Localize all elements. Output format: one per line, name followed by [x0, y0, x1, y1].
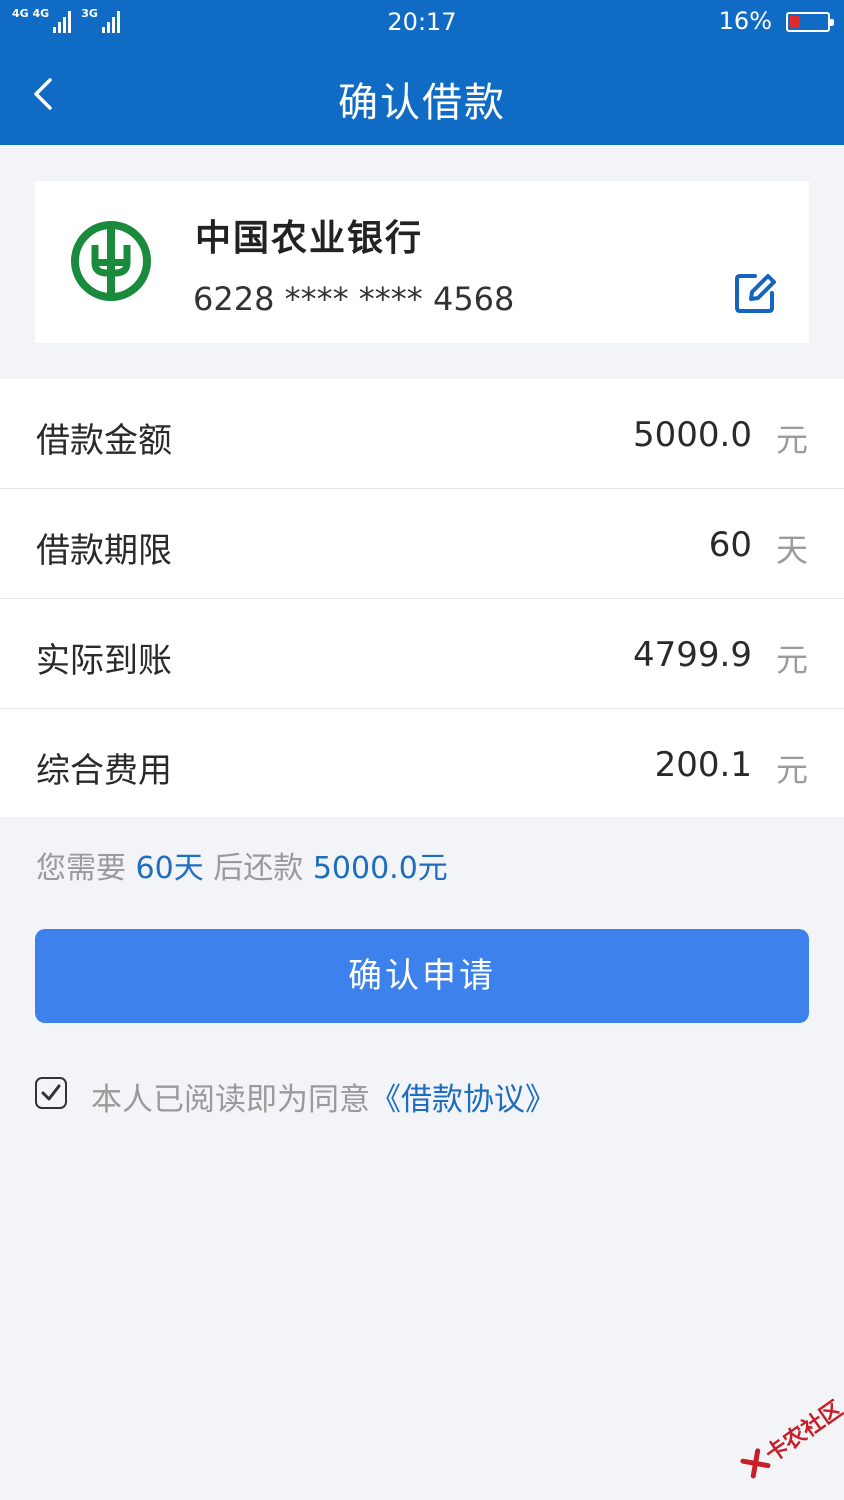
detail-label: 综合费用: [36, 751, 172, 791]
detail-unit: 天: [775, 531, 808, 569]
summary-amount: 5000.0元: [312, 851, 448, 886]
detail-row-loan-term: 借款期限 60 天: [0, 489, 844, 599]
detail-value: 200.1: [654, 745, 752, 785]
checkmark-icon: [41, 1084, 61, 1101]
status-bar: 4G 4G 3G 20:17 16%: [0, 0, 844, 46]
page-title: 确认借款: [338, 80, 506, 126]
detail-value: 60: [708, 525, 752, 565]
battery-icon: [786, 12, 834, 32]
detail-unit: 元: [775, 641, 808, 679]
agreement-checkbox[interactable]: [35, 1077, 67, 1109]
repayment-summary: 您需要 60天 后还款 5000.0元: [36, 843, 448, 887]
detail-value: 5000.0: [633, 415, 752, 455]
app-header: 4G 4G 3G 20:17 16% 确认借款: [0, 0, 844, 145]
battery-percentage: 16%: [718, 7, 772, 35]
summary-prefix: 您需要: [36, 851, 126, 886]
watermark: 卡农社区: [731, 1386, 844, 1498]
detail-label: 借款期限: [36, 531, 172, 571]
status-time: 20:17: [387, 8, 457, 36]
bank-name: 中国农业银行: [195, 218, 424, 259]
nav-bar: 确认借款: [0, 46, 844, 145]
loan-agreement-link[interactable]: 《借款协议》: [370, 1082, 556, 1118]
agreement-statement: 本人已阅读即为同意: [91, 1082, 370, 1118]
agreement-text: 本人已阅读即为同意《借款协议》: [91, 1074, 556, 1119]
detail-unit: 元: [775, 421, 808, 459]
summary-middle: 后还款: [213, 851, 304, 886]
summary-days: 60天: [135, 851, 204, 886]
confirm-apply-button[interactable]: 确认申请: [35, 929, 809, 1023]
card-number: 6228 **** **** 4568: [193, 280, 515, 318]
edit-icon[interactable]: [733, 271, 777, 315]
watermark-text: 卡农社区: [761, 1396, 844, 1468]
loan-detail-list: 借款金额 5000.0 元 借款期限 60 天 实际到账 4799.9 元 综合…: [0, 379, 844, 817]
detail-label: 借款金额: [36, 421, 172, 461]
detail-unit: 元: [775, 751, 808, 789]
bank-card[interactable]: 中国农业银行 6228 **** **** 4568: [35, 181, 809, 343]
detail-row-loan-amount: 借款金额 5000.0 元: [0, 379, 844, 489]
detail-row-actual-received: 实际到账 4799.9 元: [0, 599, 844, 709]
abc-bank-logo-icon: [69, 219, 153, 303]
detail-row-total-fee: 综合费用 200.1 元: [0, 709, 844, 817]
detail-label: 实际到账: [36, 641, 172, 681]
detail-value: 4799.9: [633, 635, 752, 675]
